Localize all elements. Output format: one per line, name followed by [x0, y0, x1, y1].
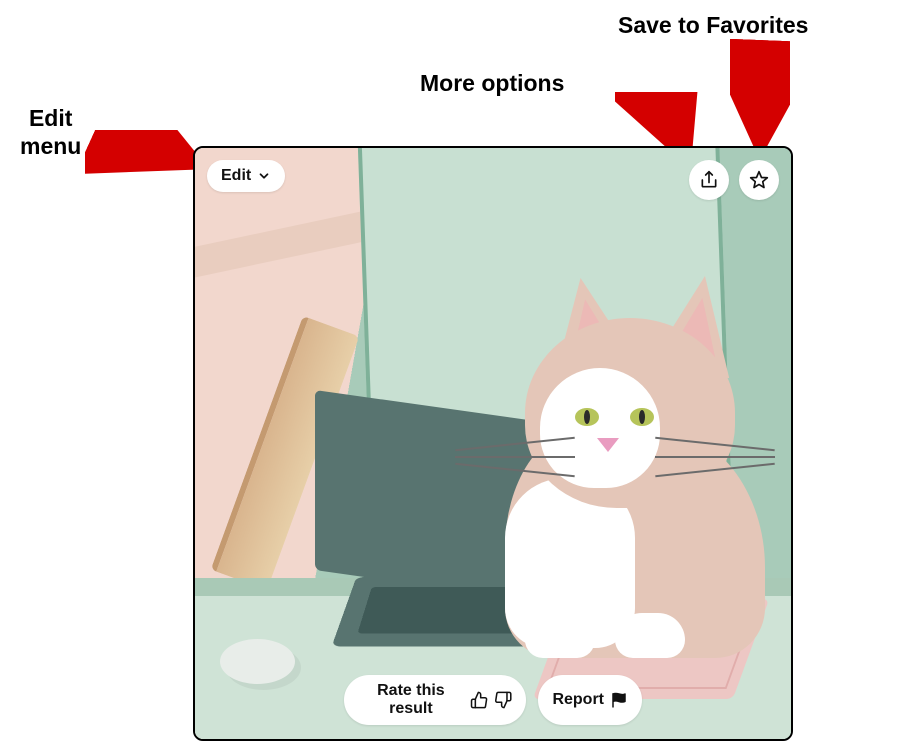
report-button[interactable]: Report	[538, 675, 642, 725]
rate-result-button[interactable]: Rate this result	[344, 675, 526, 725]
favorite-button[interactable]	[739, 160, 779, 200]
generated-image-card: Edit Rate this result	[193, 146, 793, 741]
thumbs-down-icon	[494, 690, 512, 710]
annotation-edit-menu: Edit menu	[20, 105, 81, 160]
report-label: Report	[552, 691, 604, 709]
share-button[interactable]	[689, 160, 729, 200]
flag-icon	[610, 691, 628, 709]
chevron-down-icon	[257, 169, 271, 183]
rate-label: Rate this result	[358, 682, 464, 718]
share-icon	[699, 170, 719, 190]
edit-button-label: Edit	[221, 167, 251, 185]
generated-image	[195, 148, 791, 739]
annotation-more-options: More options	[420, 70, 564, 98]
edit-button[interactable]: Edit	[207, 160, 285, 192]
star-icon	[749, 170, 769, 190]
annotation-save-favorites: Save to Favorites	[618, 12, 808, 40]
thumbs-up-icon	[470, 690, 488, 710]
